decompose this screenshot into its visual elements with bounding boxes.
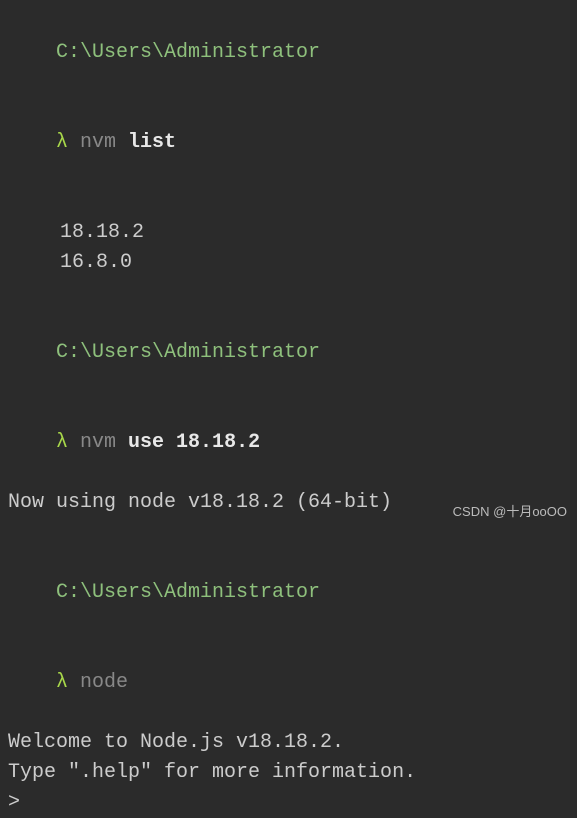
version-item: 16.8.0 — [8, 248, 569, 278]
watermark-text: CSDN @十月ooOO — [453, 502, 567, 522]
repl-prompt[interactable]: > — [8, 788, 569, 818]
command-prefix: nvm — [68, 431, 128, 454]
command-line: λ nvm use 18.18.2 — [8, 398, 569, 488]
version-item: 18.18.2 — [8, 218, 569, 248]
help-line: Type ".help" for more information. — [8, 758, 569, 788]
cwd-path: C:\Users\Administrator — [56, 41, 320, 64]
blank-line — [8, 518, 569, 548]
prompt-lambda: λ — [56, 431, 68, 454]
blank-line — [8, 188, 569, 218]
command-line: λ nvm list — [8, 98, 569, 188]
prompt-lambda: λ — [56, 671, 68, 694]
path-line: C:\Users\Administrator — [8, 548, 569, 638]
cwd-path: C:\Users\Administrator — [56, 581, 320, 604]
terminal-window[interactable]: C:\Users\Administrator λ nvm list 18.18.… — [8, 8, 569, 818]
prompt-lambda: λ — [56, 131, 68, 154]
blank-line — [8, 278, 569, 308]
cwd-path: C:\Users\Administrator — [56, 341, 320, 364]
welcome-line: Welcome to Node.js v18.18.2. — [8, 728, 569, 758]
command-line: λ node — [8, 638, 569, 728]
command-text: node — [68, 671, 128, 694]
command-main: list — [128, 131, 176, 154]
path-line: C:\Users\Administrator — [8, 308, 569, 398]
path-line: C:\Users\Administrator — [8, 8, 569, 98]
command-prefix: nvm — [68, 131, 128, 154]
command-main: use 18.18.2 — [128, 431, 260, 454]
